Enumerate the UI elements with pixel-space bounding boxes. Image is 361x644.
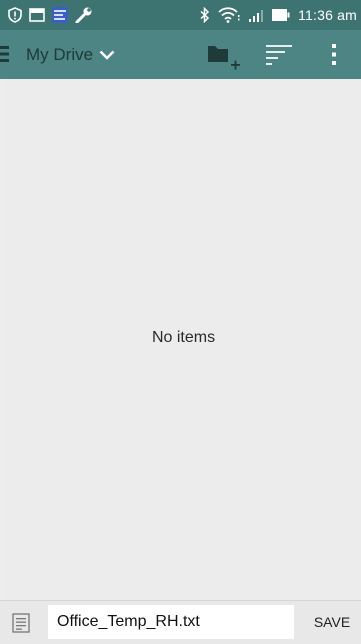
status-time: 11:36 am: [298, 7, 357, 23]
menu-icon[interactable]: [0, 42, 12, 66]
drive-selector[interactable]: My Drive: [26, 30, 115, 79]
document-icon: [12, 613, 30, 633]
status-right-icons: 11:36 am: [200, 0, 357, 30]
wifi-icon: [218, 7, 240, 23]
image-icon: [29, 8, 45, 22]
sort-button[interactable]: [264, 42, 296, 68]
battery-icon: [272, 9, 290, 21]
drive-title: My Drive: [26, 44, 94, 64]
more-options-button[interactable]: [326, 40, 342, 70]
app-bar: My Drive: [0, 30, 361, 79]
file-list: No items: [6, 79, 361, 600]
new-folder-icon: [206, 42, 242, 72]
bluetooth-icon: [200, 7, 210, 23]
status-left-icons: [8, 0, 93, 30]
save-button[interactable]: SAVE: [306, 605, 358, 639]
empty-state-message: No items: [151, 329, 216, 346]
signal-icon: [248, 8, 264, 22]
new-folder-button[interactable]: [206, 42, 242, 72]
save-bar: SAVE: [0, 600, 361, 644]
chevron-down-icon: [99, 50, 115, 60]
filename-input[interactable]: [48, 605, 294, 639]
more-vert-icon: [326, 40, 342, 70]
sort-icon: [264, 42, 296, 68]
shield-alert-icon: [8, 7, 22, 23]
wrench-icon: [75, 7, 93, 23]
status-bar: 11:36 am: [0, 0, 361, 30]
app-notification-icon: [52, 7, 68, 23]
